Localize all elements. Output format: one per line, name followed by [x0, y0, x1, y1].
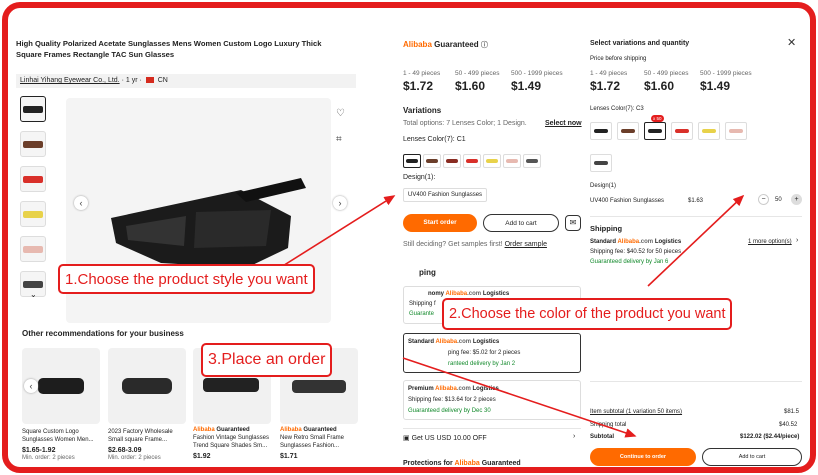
callout-choose-style: 1.Choose the product style you want: [58, 264, 315, 294]
callout-choose-color: 2.Choose the color of the product you wa…: [442, 298, 733, 330]
screenshot-frame: High Quality Polarized Acetate Sunglasse…: [2, 2, 816, 473]
annotation-arrows: [269, 194, 745, 438]
callout-place-order: 3.Place an order: [201, 343, 333, 377]
